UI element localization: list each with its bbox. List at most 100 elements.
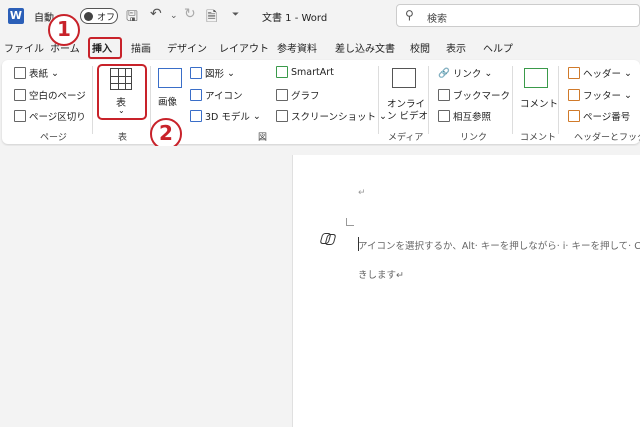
document-page[interactable]	[292, 155, 640, 427]
cross-reference-icon	[438, 110, 450, 122]
cover-page-label: 表紙	[29, 69, 49, 80]
group-label-media: メディア	[388, 133, 424, 143]
link-icon: 🔗	[438, 67, 450, 79]
dropdown-icon: ⌄	[227, 67, 235, 79]
icons-button[interactable]: アイコン	[190, 88, 243, 102]
group-label-comments: コメント	[520, 133, 557, 143]
page-number-button[interactable]: ページ番号	[568, 109, 630, 123]
step-1-marker: 1	[48, 14, 80, 46]
group-label-header-footer: ヘッダーとフッター	[574, 133, 640, 143]
copilot-hint-line-1: アイコンを選択するか、Alt· キーを押しながら· i· キーを押して· Cop…	[358, 241, 640, 252]
header-icon	[568, 67, 580, 79]
screenshot-button[interactable]: スクリーンショット ⌄	[276, 109, 387, 123]
margin-corner-mark	[346, 218, 354, 226]
page-break-label: ページ区切り	[29, 112, 86, 123]
divider	[512, 66, 513, 134]
chart-icon	[276, 89, 288, 101]
link-label: リンク	[452, 69, 482, 80]
bookmark-icon	[438, 89, 450, 101]
tab-design[interactable]: デザイン	[167, 40, 207, 55]
tab-file[interactable]: ファイル	[4, 40, 44, 55]
dropdown-icon: ⌄	[484, 67, 493, 79]
online-video-icon[interactable]	[392, 68, 416, 88]
undo-icon[interactable]: ↶	[150, 6, 162, 22]
dropdown-icon: ⌄	[624, 67, 632, 79]
smartart-button[interactable]: SmartArt	[276, 66, 334, 78]
screenshot-label: スクリーンショット	[291, 112, 377, 123]
paragraph-mark: ↵	[358, 188, 366, 198]
shapes-icon	[190, 67, 202, 79]
group-label-links: リンク	[460, 133, 488, 143]
document-title: 文書 1 - Word	[262, 13, 328, 24]
cover-page-icon	[14, 67, 26, 79]
screenshot-icon	[276, 110, 288, 122]
tab-help[interactable]: ヘルプ	[483, 40, 513, 55]
table-button-highlight	[97, 64, 147, 120]
divider	[378, 66, 379, 134]
footer-label: フッター	[583, 91, 622, 102]
redo-icon[interactable]: ↻	[184, 6, 196, 22]
tab-mailings[interactable]: 差し込み文書	[335, 40, 395, 55]
group-label-illustrations: 図	[258, 133, 268, 143]
cross-reference-button[interactable]: 相互参照	[438, 109, 491, 123]
comment-label[interactable]: コメント	[520, 96, 558, 110]
tab-view[interactable]: 表示	[446, 40, 466, 55]
icons-label: アイコン	[205, 91, 243, 102]
dropdown-icon: ⌄	[624, 89, 632, 101]
copilot-hint-line-2: きします↵	[358, 270, 404, 281]
blank-page-button[interactable]: 空白のページ	[14, 88, 86, 102]
page-break-button[interactable]: ページ区切り	[14, 109, 86, 123]
tab-draw[interactable]: 描画	[131, 40, 151, 55]
cross-reference-label: 相互参照	[453, 112, 492, 123]
group-label-table: 表	[118, 133, 128, 143]
customize-icon[interactable]: ⏷	[232, 10, 239, 20]
blank-page-icon	[14, 89, 26, 101]
bookmark-label: ブックマーク	[453, 91, 511, 102]
online-video-label-2[interactable]: ン ビデオ	[387, 108, 428, 122]
divider	[428, 66, 429, 134]
new-doc-icon[interactable]: 🗎	[206, 6, 217, 30]
icons-icon	[190, 89, 202, 101]
tab-references[interactable]: 参考資料	[277, 40, 317, 55]
smartart-label: SmartArt	[291, 66, 334, 78]
copilot-icon[interactable]	[319, 232, 337, 246]
cover-page-button[interactable]: 表紙 ⌄	[14, 66, 59, 80]
page-number-label: ページ番号	[583, 112, 631, 123]
3d-models-label: 3D モデル	[205, 112, 250, 123]
divider	[558, 66, 559, 134]
page-break-icon	[14, 110, 26, 122]
autosave-toggle[interactable]: オフ	[80, 8, 118, 24]
dropdown-icon: ⌄	[51, 67, 59, 79]
footer-button[interactable]: フッター ⌄	[568, 88, 632, 102]
dropdown-icon: ⌄	[379, 110, 387, 122]
chart-label: グラフ	[291, 91, 320, 102]
insert-tab-highlight	[88, 37, 122, 59]
3d-model-icon	[190, 110, 202, 122]
smartart-icon	[276, 66, 288, 78]
header-label: ヘッダー	[583, 69, 622, 80]
comment-icon[interactable]	[524, 68, 548, 88]
header-button[interactable]: ヘッダー ⌄	[568, 66, 632, 80]
search-icon: ⚲	[405, 8, 414, 22]
image-label[interactable]: 画像	[158, 94, 177, 108]
dropdown-icon: ⌄	[252, 110, 261, 122]
tab-review[interactable]: 校閲	[410, 40, 430, 55]
image-icon[interactable]	[158, 68, 182, 88]
search-placeholder: 検索	[427, 14, 447, 25]
shapes-label: 図形	[205, 69, 225, 80]
blank-page-label: 空白のページ	[29, 91, 86, 102]
divider	[150, 66, 151, 134]
shapes-button[interactable]: 図形 ⌄	[190, 66, 235, 80]
group-label-pages: ページ	[40, 133, 67, 143]
chart-button[interactable]: グラフ	[276, 88, 320, 102]
link-button[interactable]: 🔗 リンク ⌄	[438, 66, 493, 81]
undo-dropdown-icon[interactable]: ⌄	[170, 11, 178, 21]
save-icon[interactable]: 🖫	[126, 6, 138, 30]
bookmark-button[interactable]: ブックマーク	[438, 88, 510, 102]
3d-models-button[interactable]: 3D モデル ⌄	[190, 109, 261, 123]
title-bar: W 自動 オフ 🖫 ↶ ⌄ ↻ 🗎 ⏷ 文書 1 - Word ⚲ 検索	[0, 0, 640, 32]
search-input[interactable]: ⚲ 検索	[396, 4, 640, 27]
divider	[92, 66, 93, 134]
page-number-icon	[568, 110, 580, 122]
tab-layout[interactable]: レイアウト	[219, 40, 269, 55]
